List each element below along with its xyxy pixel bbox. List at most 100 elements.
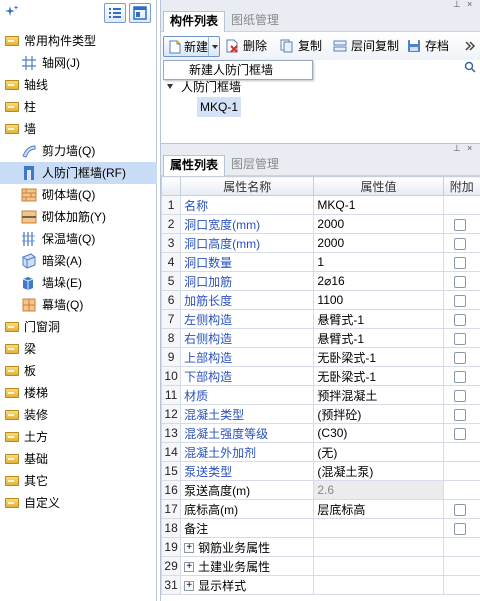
collapse-icon[interactable] (167, 84, 173, 89)
close-icon[interactable]: × (467, 144, 476, 153)
tab-drawing-management[interactable]: 图纸管理 (225, 11, 285, 32)
property-row[interactable]: 13 混凝土强度等级 (C30) (160, 423, 480, 443)
property-value[interactable] (313, 518, 444, 538)
tree-item-16[interactable]: 楼梯 (0, 382, 157, 404)
property-row[interactable]: 16 泵送高度(m) 2.6 (160, 480, 480, 500)
tree-item-11[interactable]: 墙垛(E) (0, 272, 157, 294)
property-row[interactable]: 6 加筋长度 1100 (160, 290, 480, 310)
tree-item-4[interactable]: 墙 (0, 118, 157, 140)
tree-item-19[interactable]: 基础 (0, 448, 157, 470)
tree-item-1[interactable]: 轴网(J) (0, 52, 157, 74)
property-row[interactable]: 14 混凝土外加剂 (无) (160, 442, 480, 462)
copy-button[interactable]: 复制 (280, 36, 324, 57)
tree-item-12[interactable]: 幕墙(Q) (0, 294, 157, 316)
expand-icon[interactable]: + (184, 581, 195, 592)
property-row[interactable]: 10 下部构造 无卧梁式-1 (160, 366, 480, 386)
property-value[interactable] (313, 537, 444, 557)
new-dropdown-menu-item[interactable]: 新建人防门框墙 (163, 60, 313, 80)
tab-layer-management[interactable]: 图层管理 (225, 155, 285, 176)
tree-item-14[interactable]: 梁 (0, 338, 157, 360)
tree-item-7[interactable]: 砌体墙(Q) (0, 184, 157, 206)
property-value[interactable]: MKQ-1 (313, 195, 444, 215)
property-row[interactable]: 8 右侧构造 悬臂式-1 (160, 328, 480, 348)
tab-component-list[interactable]: 构件列表 (163, 11, 226, 32)
tree-item-0[interactable]: 常用构件类型 (0, 30, 157, 52)
list-view-button[interactable] (104, 3, 126, 23)
property-row[interactable]: 31 + 显示样式 (160, 575, 480, 595)
property-row[interactable]: 17 底标高(m) 层底标高 (160, 499, 480, 519)
tree-item-15[interactable]: 板 (0, 360, 157, 382)
property-row[interactable]: 19 + 钢筋业务属性 (160, 537, 480, 557)
tree-item-9[interactable]: 保温墙(Q) (0, 228, 157, 250)
search-icon[interactable] (464, 61, 476, 73)
attach-checkbox[interactable] (453, 218, 466, 231)
property-value[interactable]: 预拌混凝土 (313, 385, 444, 405)
tab-property-list[interactable]: 属性列表 (163, 155, 226, 176)
property-row[interactable]: 2 洞口宽度(mm) 2000 (160, 214, 480, 234)
tree-item-21[interactable]: 自定义 (0, 492, 157, 514)
property-row[interactable]: 12 混凝土类型 (预拌砼) (160, 404, 480, 424)
property-value[interactable]: 悬臂式-1 (313, 328, 444, 348)
more-icon[interactable] (463, 39, 477, 53)
tree-item-5[interactable]: 剪力墙(Q) (0, 140, 157, 162)
property-value[interactable]: 2000 (313, 233, 444, 253)
tree-item-6[interactable]: 人防门框墙(RF) (0, 162, 157, 184)
attach-checkbox[interactable] (453, 237, 466, 250)
attach-checkbox[interactable] (453, 522, 466, 535)
floor-copy-button[interactable]: 层间复制 (333, 36, 399, 57)
attach-checkbox[interactable] (453, 332, 466, 345)
property-value[interactable]: 2.6 (313, 480, 444, 500)
property-row[interactable]: 15 泵送类型 (混凝土泵) (160, 461, 480, 481)
sparkle-icon[interactable] (5, 5, 19, 19)
property-value[interactable]: 2⌀16 (313, 271, 444, 291)
attach-checkbox[interactable] (453, 370, 466, 383)
property-row[interactable]: 4 洞口数量 1 (160, 252, 480, 272)
tree-item-3[interactable]: 柱 (0, 96, 157, 118)
delete-button[interactable]: 删除 (225, 36, 269, 57)
attach-checkbox[interactable] (453, 275, 466, 288)
property-row[interactable]: 7 左侧构造 悬臂式-1 (160, 309, 480, 329)
expand-icon[interactable]: + (184, 562, 195, 573)
attach-checkbox[interactable] (453, 294, 466, 307)
property-value[interactable]: 层底标高 (313, 499, 444, 519)
property-row[interactable]: 3 洞口高度(mm) 2000 (160, 233, 480, 253)
component-item-mkq-1[interactable]: MKQ-1 (197, 97, 242, 117)
pin-icon[interactable]: ⊥ (453, 144, 462, 153)
property-row[interactable]: 9 上部构造 无卧梁式-1 (160, 347, 480, 367)
property-value[interactable]: 无卧梁式-1 (313, 366, 444, 386)
tree-item-8[interactable]: 砌体加筋(Y) (0, 206, 157, 228)
tree-item-13[interactable]: 门窗洞 (0, 316, 157, 338)
attach-checkbox[interactable] (453, 389, 466, 402)
tree-item-17[interactable]: 装修 (0, 404, 157, 426)
expand-icon[interactable]: + (184, 543, 195, 554)
attach-checkbox[interactable] (453, 313, 466, 326)
property-value[interactable]: 悬臂式-1 (313, 309, 444, 329)
property-row[interactable]: 29 + 土建业务属性 (160, 556, 480, 576)
panel-view-button[interactable] (129, 3, 151, 23)
tree-item-10[interactable]: 暗梁(A) (0, 250, 157, 272)
attach-checkbox[interactable] (453, 427, 466, 440)
property-row[interactable]: 18 备注 (160, 518, 480, 538)
property-row[interactable]: 1 名称 MKQ-1 (160, 195, 480, 215)
property-value[interactable]: (无) (313, 442, 444, 462)
close-icon[interactable]: × (467, 0, 476, 9)
property-value[interactable]: (预拌砼) (313, 404, 444, 424)
property-value[interactable]: 1 (313, 252, 444, 272)
property-value[interactable]: 1100 (313, 290, 444, 310)
tree-item-2[interactable]: 轴线 (0, 74, 157, 96)
property-value[interactable] (313, 556, 444, 576)
property-value[interactable]: 2000 (313, 214, 444, 234)
archive-button[interactable]: 存档 (407, 36, 453, 57)
pin-icon[interactable]: ⊥ (453, 0, 462, 9)
attach-checkbox[interactable] (453, 503, 466, 516)
property-value[interactable] (313, 575, 444, 595)
property-value[interactable]: (混凝土泵) (313, 461, 444, 481)
tree-item-18[interactable]: 土方 (0, 426, 157, 448)
chevron-down-icon[interactable] (208, 37, 220, 56)
property-value[interactable]: (C30) (313, 423, 444, 443)
property-row[interactable]: 5 洞口加筋 2⌀16 (160, 271, 480, 291)
property-value[interactable]: 无卧梁式-1 (313, 347, 444, 367)
attach-checkbox[interactable] (453, 408, 466, 421)
attach-checkbox[interactable] (453, 351, 466, 364)
attach-checkbox[interactable] (453, 256, 466, 269)
